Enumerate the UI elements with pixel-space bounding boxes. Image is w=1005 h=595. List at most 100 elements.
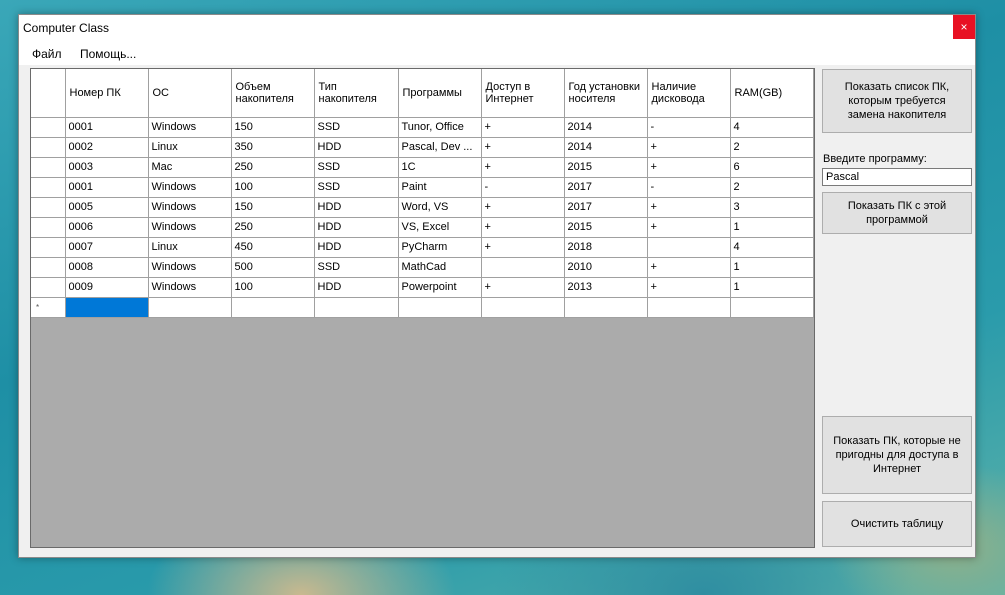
grid-cell[interactable]: - xyxy=(647,117,731,138)
table-row[interactable]: 0001 Windows 150 SSD Tunor, Office +2014-4 xyxy=(31,117,814,138)
grid-cell[interactable]: 2015 xyxy=(564,157,648,178)
grid-cell[interactable]: HDD xyxy=(314,137,399,158)
table-row[interactable]: 0003 Mac 250 SSD 1C +2015 +6 xyxy=(31,157,814,178)
grid-cell[interactable]: Windows xyxy=(148,257,232,278)
grid-cell[interactable]: 1C xyxy=(398,157,482,178)
grid-cell[interactable]: HDD xyxy=(314,217,399,238)
grid-column-header[interactable]: RAM(GB) xyxy=(730,69,814,118)
grid-cell[interactable] xyxy=(564,297,648,318)
grid-cell[interactable]: MathCad xyxy=(398,257,482,278)
row-header-cell[interactable] xyxy=(31,237,66,258)
grid-cell[interactable]: + xyxy=(647,217,731,238)
row-header-cell[interactable] xyxy=(31,117,66,138)
new-row[interactable]: * xyxy=(31,297,814,318)
grid-cell[interactable]: 0003 xyxy=(65,157,149,178)
grid-cell[interactable]: SSD xyxy=(314,257,399,278)
grid-cell[interactable]: 250 xyxy=(231,157,315,178)
grid-cell[interactable]: 0007 xyxy=(65,237,149,258)
grid-cell[interactable]: 0005 xyxy=(65,197,149,218)
grid-cell[interactable]: Windows xyxy=(148,277,232,298)
grid-column-header[interactable]: Тип накопителя xyxy=(314,69,399,118)
grid-cell[interactable]: SSD xyxy=(314,177,399,198)
grid-cell[interactable]: HDD xyxy=(314,277,399,298)
table-row[interactable]: 0007 Linux 450 HDD PyCharm +2018 4 xyxy=(31,237,814,258)
grid-cell[interactable]: VS, Excel xyxy=(398,217,482,238)
grid-cell[interactable]: Windows xyxy=(148,197,232,218)
grid-cell[interactable]: 500 xyxy=(231,257,315,278)
grid-cell[interactable]: 2010 xyxy=(564,257,648,278)
grid-cell[interactable]: 2 xyxy=(730,177,814,198)
grid-cell[interactable] xyxy=(730,297,814,318)
grid-cell[interactable]: 100 xyxy=(231,277,315,298)
grid-column-header[interactable]: ОС xyxy=(148,69,232,118)
grid-cell[interactable]: Linux xyxy=(148,137,232,158)
grid-cell[interactable]: 2018 xyxy=(564,237,648,258)
grid-cell[interactable] xyxy=(231,297,315,318)
table-row[interactable]: 0009 Windows 100 HDD Powerpoint +2013 +1 xyxy=(31,277,814,298)
row-header-cell[interactable] xyxy=(31,157,66,178)
grid-cell[interactable]: - xyxy=(647,177,731,198)
grid-cell[interactable]: + xyxy=(647,137,731,158)
grid-cell[interactable]: Linux xyxy=(148,237,232,258)
grid-cell[interactable]: + xyxy=(647,157,731,178)
grid-cell[interactable]: + xyxy=(481,217,565,238)
grid-cell[interactable]: 2015 xyxy=(564,217,648,238)
grid-cell[interactable]: HDD xyxy=(314,197,399,218)
grid-cell[interactable] xyxy=(398,297,482,318)
grid-cell[interactable]: + xyxy=(481,197,565,218)
table-row[interactable]: 0002 Linux 350 HDD Pascal, Dev ... +2014 +2 xyxy=(31,137,814,158)
grid-column-header[interactable]: Год установки носителя xyxy=(564,69,648,118)
table-row[interactable]: 0006 Windows 250 HDD VS, Excel +2015 +1 xyxy=(31,217,814,238)
grid-cell[interactable]: Windows xyxy=(148,117,232,138)
table-row[interactable]: 0008 Windows 500 SSD MathCad 2010 +1 xyxy=(31,257,814,278)
menu-help[interactable]: Помощь... xyxy=(80,47,136,61)
grid-cell[interactable]: 4 xyxy=(730,117,814,138)
grid-cell[interactable]: Paint xyxy=(398,177,482,198)
grid-column-header[interactable]: Номер ПК xyxy=(65,69,149,118)
grid-column-header[interactable]: Наличие дисковода xyxy=(647,69,731,118)
grid-cell[interactable]: SSD xyxy=(314,117,399,138)
grid-cell[interactable]: Powerpoint xyxy=(398,277,482,298)
grid-cell[interactable]: 0006 xyxy=(65,217,149,238)
grid-cell[interactable]: 2017 xyxy=(564,177,648,198)
grid-cell[interactable]: 100 xyxy=(231,177,315,198)
grid-cell[interactable]: 350 xyxy=(231,137,315,158)
show-pc-no-internet-button[interactable]: Показать ПК, которые не пригодны для дос… xyxy=(822,416,972,494)
grid-cell[interactable]: Windows xyxy=(148,217,232,238)
row-header-cell[interactable] xyxy=(31,257,66,278)
grid-cell[interactable]: - xyxy=(481,177,565,198)
grid-cell[interactable]: + xyxy=(647,277,731,298)
grid-cell[interactable]: 150 xyxy=(231,117,315,138)
grid-cell[interactable] xyxy=(647,297,731,318)
menu-file[interactable]: Файл xyxy=(32,47,62,61)
grid-cell[interactable]: 2014 xyxy=(564,137,648,158)
grid-cell[interactable]: Mac xyxy=(148,157,232,178)
show-replace-storage-button[interactable]: Показать список ПК, которым требуется за… xyxy=(822,69,972,133)
grid-cell[interactable]: 0009 xyxy=(65,277,149,298)
grid-cell[interactable]: SSD xyxy=(314,157,399,178)
row-header-cell[interactable] xyxy=(31,197,66,218)
grid-cell[interactable]: 2017 xyxy=(564,197,648,218)
close-button[interactable]: × xyxy=(953,15,975,39)
grid-cell[interactable]: 450 xyxy=(231,237,315,258)
grid-cell[interactable]: Windows xyxy=(148,177,232,198)
grid-cell[interactable]: 2 xyxy=(730,137,814,158)
grid-cell[interactable] xyxy=(647,237,731,258)
grid-cell[interactable]: 0008 xyxy=(65,257,149,278)
grid-cell[interactable]: 6 xyxy=(730,157,814,178)
show-pc-with-program-button[interactable]: Показать ПК с этой программой xyxy=(822,192,972,234)
grid-column-header[interactable]: Программы xyxy=(398,69,482,118)
grid-cell[interactable]: 1 xyxy=(730,257,814,278)
data-grid[interactable]: Номер ПК ОС Объем накопителя Тип накопителя… xyxy=(30,68,815,548)
grid-cell[interactable]: 2014 xyxy=(564,117,648,138)
grid-cell[interactable] xyxy=(481,257,565,278)
grid-cell[interactable]: + xyxy=(647,197,731,218)
grid-cell[interactable]: 4 xyxy=(730,237,814,258)
grid-cell[interactable]: + xyxy=(647,257,731,278)
grid-cell[interactable] xyxy=(148,297,232,318)
grid-column-header[interactable]: Доступ в Интернет xyxy=(481,69,565,118)
grid-cell[interactable]: + xyxy=(481,237,565,258)
row-header-cell[interactable] xyxy=(31,277,66,298)
grid-cell[interactable]: + xyxy=(481,117,565,138)
grid-cell[interactable]: Word, VS xyxy=(398,197,482,218)
